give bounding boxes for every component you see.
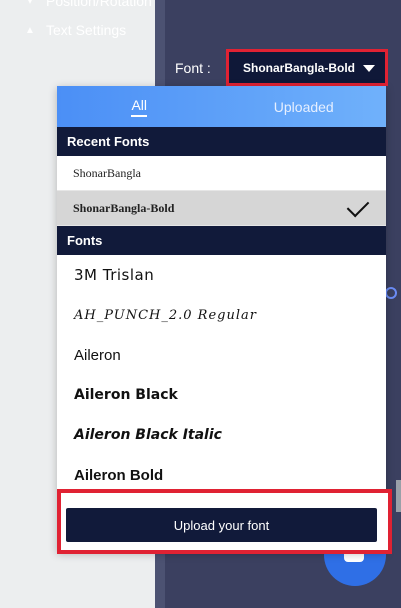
- tab-uploaded[interactable]: Uploaded: [222, 86, 387, 127]
- font-dropdown: All Uploaded Recent Fonts ShonarBangla S…: [57, 86, 386, 552]
- recent-font-item[interactable]: ShonarBangla: [57, 156, 386, 191]
- font-item[interactable]: Aileron Black: [57, 375, 386, 415]
- recent-font-label: ShonarBangla-Bold: [73, 200, 175, 215]
- position-rotation-section[interactable]: ▾ Position/Rotation: [24, 0, 152, 9]
- position-rotation-label: Position/Rotation: [46, 0, 152, 9]
- recent-font-item-selected[interactable]: ShonarBangla-Bold: [57, 191, 386, 226]
- font-select-value: ShonarBangla-Bold: [243, 60, 356, 75]
- scrollbar[interactable]: [396, 480, 401, 512]
- font-item[interactable]: AH_PUNCH_2.0 Regular: [57, 295, 386, 335]
- font-item[interactable]: Aileron Black Italic: [57, 415, 386, 455]
- text-settings-label: Text Settings: [46, 22, 127, 38]
- font-label: Font :: [175, 60, 211, 76]
- fonts-header: Fonts: [57, 226, 386, 255]
- checkmark-icon: [346, 194, 370, 218]
- text-settings-section[interactable]: ▲ Text Settings: [24, 22, 126, 38]
- font-tabs: All Uploaded: [57, 86, 386, 127]
- font-item[interactable]: 3M Trislan: [57, 255, 386, 295]
- recent-font-label: ShonarBangla: [73, 165, 141, 180]
- font-list[interactable]: 3M Trislan AH_PUNCH_2.0 Regular Aileron …: [57, 255, 386, 483]
- tab-all-label: All: [131, 97, 148, 117]
- upload-font-button[interactable]: Upload your font: [66, 508, 377, 542]
- chevron-up-icon: ▲: [25, 24, 35, 36]
- slider-handle[interactable]: [385, 287, 397, 299]
- caret-down-icon: [363, 65, 375, 72]
- tab-uploaded-label: Uploaded: [273, 98, 334, 115]
- recent-fonts-header: Recent Fonts: [57, 127, 386, 156]
- font-item[interactable]: Aileron: [57, 335, 386, 375]
- chevron-down-icon: ▾: [27, 0, 33, 7]
- font-item[interactable]: Aileron Bold: [57, 455, 386, 484]
- tab-all[interactable]: All: [57, 86, 222, 127]
- font-select[interactable]: ShonarBangla-Bold: [226, 49, 388, 86]
